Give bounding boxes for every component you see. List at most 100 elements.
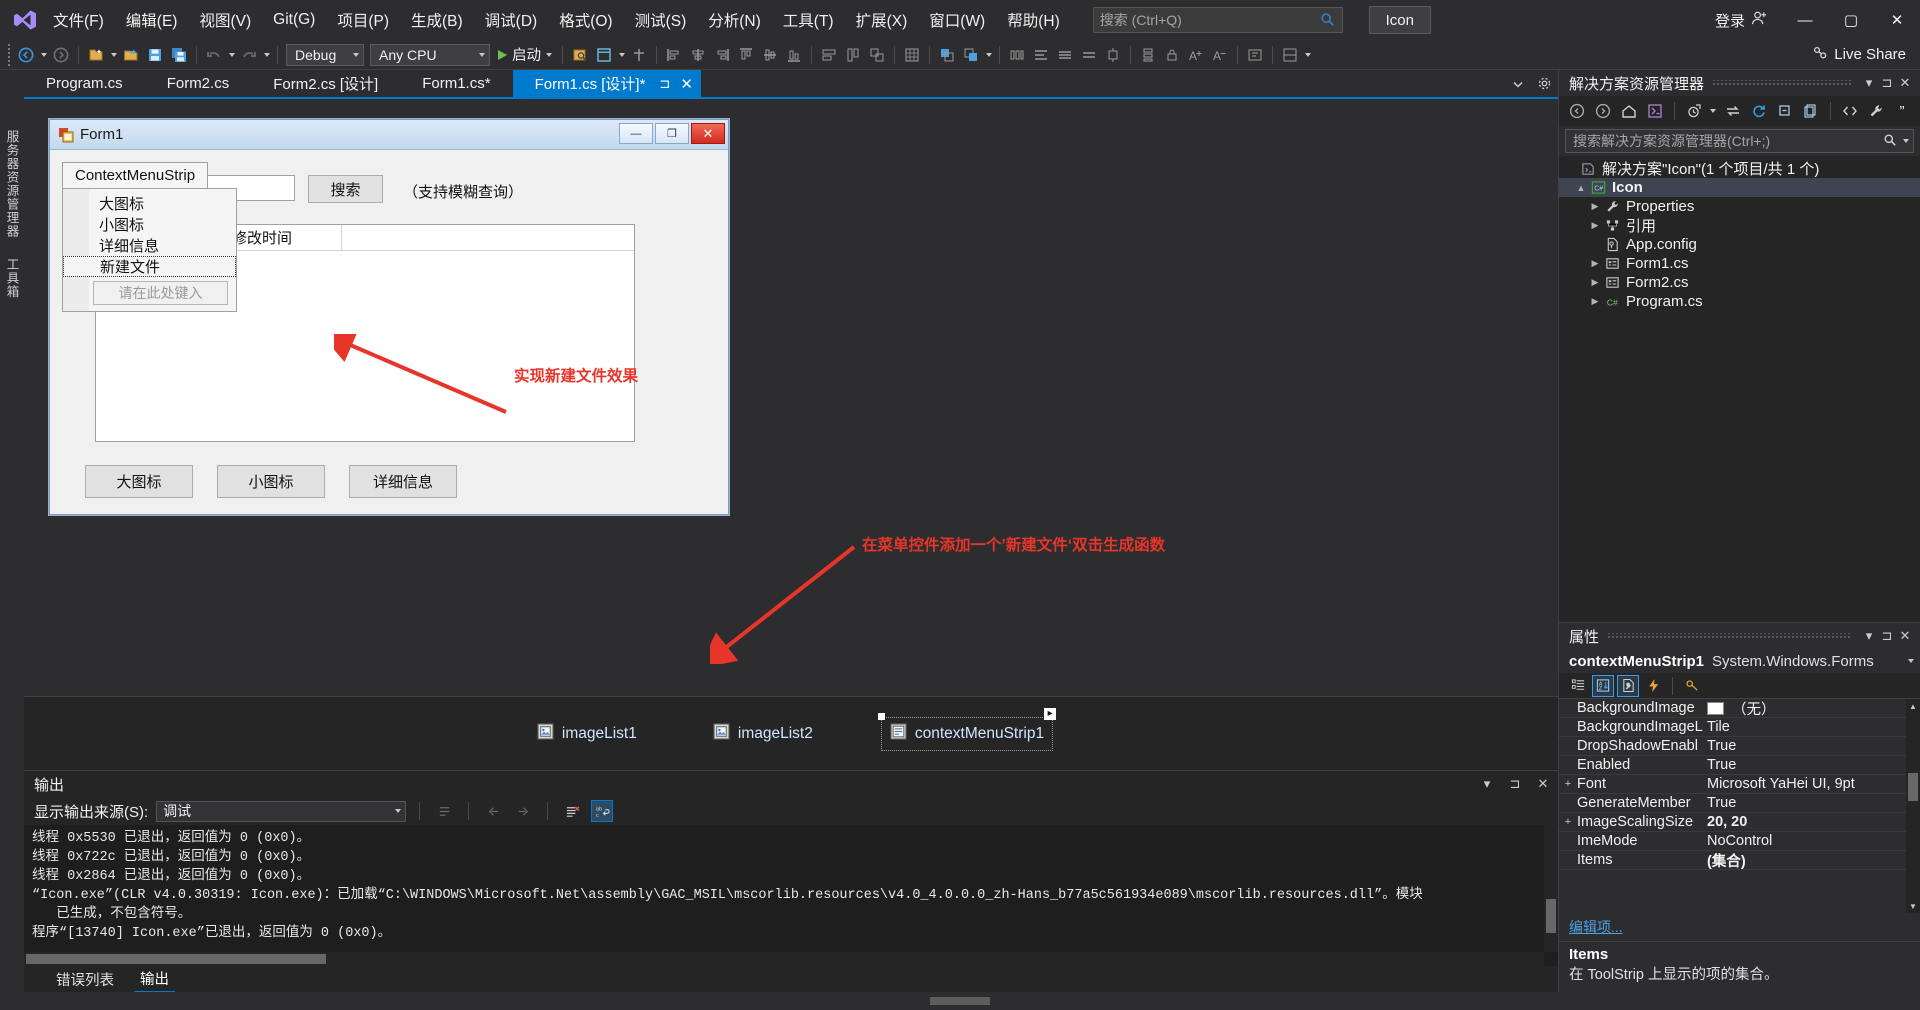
tree-item-form1-cs[interactable]: ▶ Form1.cs: [1559, 254, 1920, 273]
more-icon[interactable]: ”: [1890, 99, 1914, 124]
row-expander[interactable]: +: [1559, 816, 1577, 828]
edit-items-link[interactable]: 编辑项...: [1559, 913, 1920, 941]
solution-explorer-search-input[interactable]: 搜索解决方案资源管理器(Ctrl+;): [1565, 129, 1914, 153]
row-expander[interactable]: +: [1559, 778, 1577, 790]
pin-icon[interactable]: ⊐: [1878, 627, 1896, 645]
pin-icon[interactable]: ⊐: [1878, 74, 1896, 92]
select-browser-dropdown-icon[interactable]: [616, 43, 627, 67]
close-icon[interactable]: ✕: [680, 75, 693, 93]
refresh-icon[interactable]: [1747, 99, 1771, 124]
align-middles-icon[interactable]: [758, 43, 782, 67]
menu-help[interactable]: 帮助(H): [996, 4, 1071, 36]
chevron-down-icon[interactable]: ▾: [1478, 775, 1496, 793]
alphabetical-icon[interactable]: AZ: [1592, 674, 1614, 697]
cms-item-large-icon[interactable]: 大图标: [63, 193, 236, 214]
navigate-backward-dropdown-icon[interactable]: [38, 43, 49, 67]
pending-changes-icon[interactable]: [1682, 99, 1706, 124]
output-horizontal-scrollbar[interactable]: [24, 952, 1544, 966]
property-row-backgroundimage[interactable]: BackgroundImage （无）: [1559, 699, 1920, 718]
properties-object-combo[interactable]: contextMenuStrip1 System.Windows.Forms: [1559, 649, 1920, 673]
categorized-icon[interactable]: [1567, 675, 1589, 697]
tree-item-program-cs[interactable]: ▶ C# Program.cs: [1559, 292, 1920, 311]
form-maximize-button[interactable]: ❐: [655, 123, 689, 144]
sidebar-tab-server-explorer[interactable]: 服务器资源管理器: [3, 130, 22, 238]
property-value[interactable]: (集合): [1707, 850, 1920, 871]
vertical-spacing-icon[interactable]: [1136, 43, 1160, 67]
expander-icon[interactable]: ▲: [1573, 183, 1589, 193]
font-decrease-icon[interactable]: A: [1208, 43, 1232, 67]
chevron-down-icon[interactable]: ▾: [1860, 627, 1878, 645]
align-rights-icon[interactable]: [710, 43, 734, 67]
font-increase-icon[interactable]: A: [1184, 43, 1208, 67]
menu-edit[interactable]: 编辑(E): [115, 4, 189, 36]
expander-icon[interactable]: ▶: [1587, 201, 1603, 212]
menu-build[interactable]: 生成(B): [400, 4, 474, 36]
property-value[interactable]: Microsoft YaHei UI, 9pt: [1707, 776, 1920, 792]
select-browser-icon[interactable]: [592, 43, 616, 67]
start-debug-button[interactable]: 启动: [493, 43, 557, 67]
tab-program-cs[interactable]: Program.cs: [24, 70, 145, 97]
expander-icon[interactable]: ▶: [1587, 296, 1603, 307]
property-value-cell[interactable]: （无）: [1707, 699, 1920, 719]
quick-search-input[interactable]: 搜索 (Ctrl+Q): [1092, 7, 1343, 33]
property-row-dropshadowenabled[interactable]: DropShadowEnabl True: [1559, 737, 1920, 756]
solution-tree[interactable]: 解决方案"Icon"(1 个项目/共 1 个) ▲ C# Icon ▶ Prop…: [1559, 156, 1920, 622]
property-row-items[interactable]: Items (集合): [1559, 851, 1920, 870]
increase-spacing-icon[interactable]: [1029, 43, 1053, 67]
chevron-down-icon[interactable]: [1510, 76, 1526, 92]
property-value[interactable]: True: [1707, 738, 1920, 754]
live-share-button[interactable]: Live Share: [1812, 45, 1920, 65]
forward-icon[interactable]: [1591, 99, 1615, 124]
align-tops-icon[interactable]: [734, 43, 758, 67]
tab-error-list[interactable]: 错误列表: [50, 967, 120, 992]
sidebar-tab-toolbox[interactable]: 工具箱: [3, 258, 22, 299]
home-icon[interactable]: [1617, 99, 1641, 124]
align-centers-icon[interactable]: [686, 43, 710, 67]
properties-wrench-icon[interactable]: [1864, 99, 1888, 124]
menu-project[interactable]: 项目(P): [326, 4, 400, 36]
properties-grid[interactable]: BackgroundImage （无） BackgroundImageL Til…: [1559, 699, 1920, 913]
property-value[interactable]: NoControl: [1707, 833, 1920, 849]
sync-icon[interactable]: [1721, 99, 1745, 124]
tree-item-solution[interactable]: 解决方案"Icon"(1 个项目/共 1 个): [1559, 159, 1920, 178]
search-button[interactable]: 搜索: [308, 175, 383, 203]
menu-debug[interactable]: 调试(D): [474, 4, 549, 36]
cms-item-small-icon[interactable]: 小图标: [63, 214, 236, 235]
listview-col-modified[interactable]: 修改时间: [222, 225, 342, 250]
make-same-size-icon[interactable]: [865, 43, 889, 67]
toggle-word-wrap-icon[interactable]: ab c: [591, 800, 614, 822]
sign-in-button[interactable]: 登录: [1701, 10, 1782, 31]
split-view-icon[interactable]: [1278, 43, 1302, 67]
property-row-generatemember[interactable]: GenerateMember True: [1559, 794, 1920, 813]
redo-icon[interactable]: [237, 43, 261, 67]
go-to-next-message-icon[interactable]: [512, 800, 534, 822]
find-message-icon[interactable]: [433, 800, 455, 822]
property-row-imemode[interactable]: ImeMode NoControl: [1559, 832, 1920, 851]
output-text-area[interactable]: 线程 0x5530 已退出，返回值为 0 (0x0)。 线程 0x722c 已退…: [24, 825, 1558, 966]
show-all-files-icon[interactable]: [1799, 99, 1823, 124]
tab-form2-cs[interactable]: Form2.cs: [145, 70, 252, 97]
close-icon[interactable]: ✕: [1896, 74, 1914, 92]
cms-type-here-placeholder[interactable]: 请在此处键入: [93, 281, 228, 305]
go-to-previous-message-icon[interactable]: [482, 800, 504, 822]
tree-item-form2-cs[interactable]: ▶ Form2.cs: [1559, 273, 1920, 292]
pin-icon[interactable]: ⊐: [659, 76, 670, 92]
scroll-down-icon[interactable]: ▼: [1906, 899, 1920, 913]
menu-file[interactable]: 文件(F): [42, 4, 115, 36]
pin-icon[interactable]: ⊐: [1506, 775, 1524, 793]
menu-format[interactable]: 格式(O): [548, 4, 623, 36]
menu-extensions[interactable]: 扩展(X): [845, 4, 919, 36]
large-icon-button[interactable]: 大图标: [85, 465, 193, 498]
cms-item-details[interactable]: 详细信息: [63, 235, 236, 256]
gear-icon[interactable]: [1536, 76, 1552, 92]
tab-form1-cs[interactable]: Form1.cs*: [400, 70, 512, 97]
scroll-up-icon[interactable]: ▲: [1906, 699, 1920, 713]
configuration-combo[interactable]: Debug: [286, 43, 364, 66]
navigate-backward-icon[interactable]: [14, 43, 38, 67]
output-source-combo[interactable]: 调试: [156, 800, 407, 822]
context-menu-strip-header[interactable]: ContextMenuStrip: [62, 162, 209, 188]
tree-item-references[interactable]: ▶ 引用: [1559, 216, 1920, 235]
toolbar-grip[interactable]: [8, 43, 10, 66]
close-icon[interactable]: ✕: [1896, 627, 1914, 645]
tab-form2-designer[interactable]: Form2.cs [设计]: [251, 70, 400, 97]
